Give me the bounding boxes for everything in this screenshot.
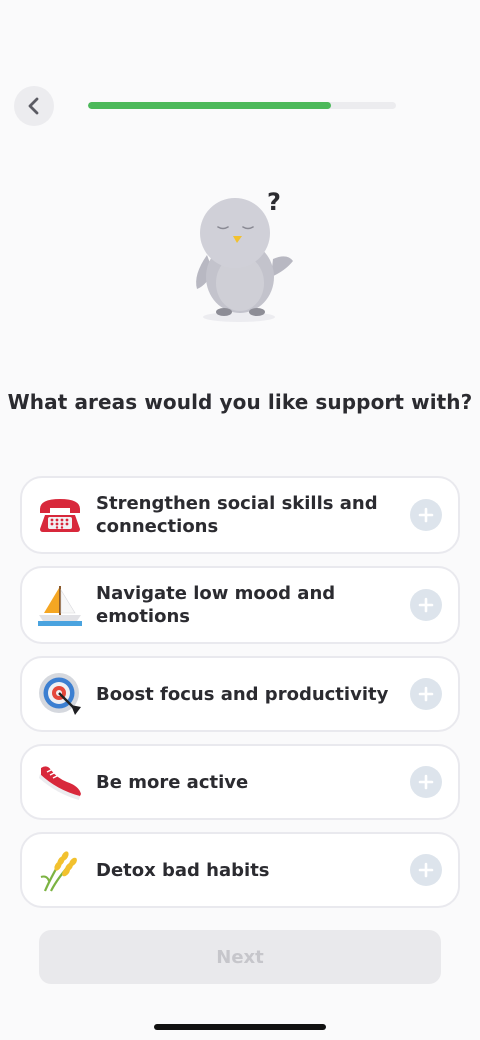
plus-icon[interactable]: [410, 589, 442, 621]
option-label: Detox bad habits: [96, 859, 270, 881]
penguin-mascot-icon: ?: [196, 188, 293, 322]
next-button[interactable]: Next: [39, 930, 441, 984]
target-icon: [36, 670, 84, 718]
option-label: Strengthen social skills and connections: [96, 493, 378, 537]
option-label: Boost focus and productivity: [96, 683, 389, 705]
home-indicator: [154, 1024, 326, 1030]
plus-icon[interactable]: [410, 678, 442, 710]
question-mark: ?: [267, 188, 281, 216]
option-low-mood[interactable]: Navigate low mood and emotions: [20, 566, 460, 644]
progress-bar: [88, 102, 396, 109]
plus-icon[interactable]: [410, 499, 442, 531]
sailboat-icon: [36, 581, 84, 629]
plus-icon[interactable]: [410, 766, 442, 798]
options-list: Strengthen social skills and connections…: [20, 476, 460, 920]
chevron-left-icon: [28, 97, 39, 115]
wheat-icon: [36, 846, 84, 894]
sneaker-icon: [36, 758, 84, 806]
option-focus[interactable]: Boost focus and productivity: [20, 656, 460, 732]
plus-icon[interactable]: [410, 854, 442, 886]
progress-fill: [88, 102, 332, 109]
onboarding-screen: ? What areas would you like support with…: [0, 0, 480, 1040]
option-social-skills[interactable]: Strengthen social skills and connections: [20, 476, 460, 554]
back-button[interactable]: [14, 86, 54, 126]
option-detox[interactable]: Detox bad habits: [20, 832, 460, 908]
question-title: What areas would you like support with?: [7, 390, 473, 414]
option-label: Be more active: [96, 771, 249, 793]
telephone-icon: [36, 491, 84, 539]
option-active[interactable]: Be more active: [20, 744, 460, 820]
option-label: Navigate low mood and emotions: [96, 583, 336, 627]
